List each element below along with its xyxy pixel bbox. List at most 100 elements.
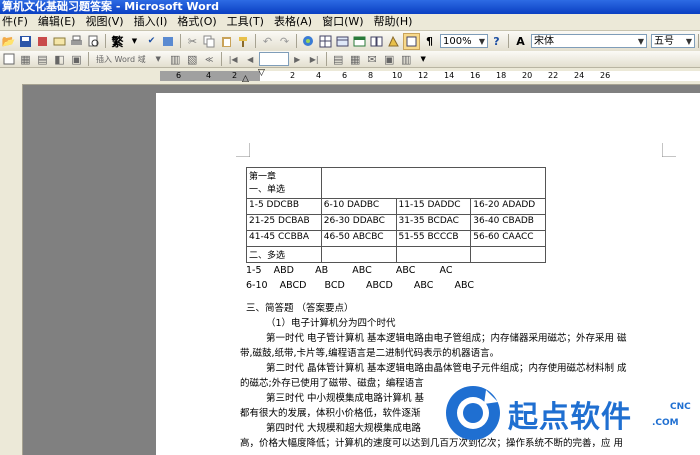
permission-icon[interactable] xyxy=(35,34,50,49)
table-cell[interactable] xyxy=(320,167,547,199)
tables-borders-icon[interactable] xyxy=(318,34,333,49)
table-cell[interactable] xyxy=(395,246,472,263)
table-cell[interactable]: 26-30 DDABC xyxy=(320,214,397,231)
merge-email-icon[interactable]: ✉ xyxy=(365,52,380,67)
dropdown-arrow-icon[interactable]: ▼ xyxy=(151,52,166,67)
first-record-icon[interactable]: |◀ xyxy=(226,52,241,67)
table-cell[interactable]: 21-25 DCBAB xyxy=(246,214,322,231)
merge-printer-icon[interactable]: ▦ xyxy=(348,52,363,67)
table-cell[interactable]: 36-40 CBADB xyxy=(470,214,546,231)
table-cell[interactable]: 31-35 BCDAC xyxy=(395,214,472,231)
table-cell[interactable]: 11-15 DADDC xyxy=(395,198,472,215)
vertical-ruler[interactable] xyxy=(0,84,23,455)
table-cell[interactable] xyxy=(320,246,397,263)
form-icon[interactable]: ▦ xyxy=(18,52,33,67)
spelling-icon[interactable]: ✔ xyxy=(144,34,159,49)
table-cell[interactable]: 16-20 ADADD xyxy=(470,198,546,215)
document-map-icon[interactable] xyxy=(403,32,420,50)
macro-icon[interactable]: ▤ xyxy=(35,52,50,67)
email-icon[interactable] xyxy=(52,34,67,49)
print-icon[interactable] xyxy=(69,34,84,49)
menu-table[interactable]: 表格(A) xyxy=(272,14,320,30)
last-record-icon[interactable]: ▶| xyxy=(307,52,322,67)
merge-fax-icon[interactable]: ▣ xyxy=(382,52,397,67)
table-cell[interactable]: 1-5 DDCBB xyxy=(246,198,322,215)
help-icon[interactable]: ? xyxy=(489,34,504,49)
watermark-text: 起点软件 xyxy=(508,400,632,435)
window-title: 算机文化基础习题答案 - Microsoft Word xyxy=(0,0,700,14)
font-select[interactable]: 宋体 ▼ xyxy=(531,34,647,48)
cut-icon[interactable]: ✂ xyxy=(185,34,200,49)
research-icon[interactable] xyxy=(161,34,176,49)
traditional-chinese-button[interactable]: 繁 xyxy=(110,34,125,49)
undo-icon[interactable]: ↶ xyxy=(260,34,275,49)
merge-icon[interactable]: ▧ xyxy=(185,52,200,67)
menu-file[interactable]: 件(F) xyxy=(0,14,36,30)
ruler-number: 22 xyxy=(548,71,559,80)
toolbar-options-icon[interactable]: ▼ xyxy=(416,52,431,67)
table-cell[interactable]: 46-50 ABCBC xyxy=(320,230,397,247)
menu-tools[interactable]: 工具(T) xyxy=(225,14,272,30)
web-icon[interactable]: ▣ xyxy=(69,52,84,67)
answer-table[interactable]: 第一章 一、单选 1-5 DDCBB 6-10 DADBC 11-15 DADD… xyxy=(246,167,547,263)
format-painter-icon[interactable] xyxy=(236,34,251,49)
drawing-icon[interactable] xyxy=(386,34,401,49)
table-cell[interactable]: 51-55 BCCCB xyxy=(395,230,472,247)
columns-icon[interactable] xyxy=(369,34,384,49)
menu-view[interactable]: 视图(V) xyxy=(83,14,131,30)
next-record-icon[interactable]: ▶ xyxy=(290,52,305,67)
table-cell[interactable]: 56-60 CAACC xyxy=(470,230,546,247)
prev-record-icon[interactable]: ◀ xyxy=(243,52,258,67)
menu-help[interactable]: 帮助(H) xyxy=(372,14,421,30)
styles-icon[interactable]: A xyxy=(513,34,528,49)
separator xyxy=(255,34,256,48)
record-number-input[interactable] xyxy=(258,52,289,66)
insert-word-field-button[interactable]: 插入 Word 域 xyxy=(92,54,150,65)
insert-excel-icon[interactable] xyxy=(352,34,367,49)
chevron-down-icon: ▼ xyxy=(685,37,692,46)
font-value: 宋体 xyxy=(534,36,554,47)
ruler-number: 6 xyxy=(342,71,348,80)
dropdown-arrow-icon[interactable]: ▼ xyxy=(127,34,142,49)
chapter-title: 第一章 xyxy=(249,172,277,182)
hyperlink-icon[interactable] xyxy=(301,34,316,49)
merge-doc-icon[interactable]: ▤ xyxy=(331,52,346,67)
ruler-number: 20 xyxy=(522,71,533,80)
ruler-number: 24 xyxy=(574,71,585,80)
horizontal-ruler[interactable]: 6 4 2 ▽ △ 2 4 6 8 10 12 14 16 18 20 22 2… xyxy=(0,68,700,85)
abc-icon[interactable]: ≪ xyxy=(202,52,217,67)
merge-more-icon[interactable]: ▥ xyxy=(399,52,414,67)
menu-edit[interactable]: 编辑(E) xyxy=(36,14,84,30)
watermark-logo: 起点软件 CNC .COM xyxy=(438,380,700,450)
menu-window[interactable]: 窗口(W) xyxy=(320,14,371,30)
separator xyxy=(296,34,297,48)
table-cell[interactable] xyxy=(470,246,546,263)
zoom-select[interactable]: 100% ▼ xyxy=(440,34,488,48)
crop-mark-icon xyxy=(236,143,250,157)
separator xyxy=(88,52,89,66)
tab-marker-icon[interactable]: △ xyxy=(242,74,249,84)
watermark-sub: CNC xyxy=(670,402,691,412)
save-icon[interactable] xyxy=(18,34,33,49)
field-icon[interactable]: ▥ xyxy=(168,52,183,67)
insert-table-icon[interactable] xyxy=(335,34,350,49)
indent-marker-icon[interactable]: ▽ xyxy=(258,68,265,78)
print-preview-icon[interactable] xyxy=(86,34,101,49)
table-cell[interactable]: 第一章 一、单选 xyxy=(246,167,322,199)
table-icon[interactable] xyxy=(1,52,16,67)
paste-icon[interactable] xyxy=(219,34,234,49)
redo-icon[interactable]: ↷ xyxy=(277,34,292,49)
open-icon[interactable]: 📂 xyxy=(1,34,16,49)
table-cell[interactable]: 二、多选 xyxy=(246,246,322,263)
font-size-select[interactable]: 五号 ▼ xyxy=(651,34,695,48)
show-hide-icon[interactable]: ¶ xyxy=(422,34,437,49)
menu-format[interactable]: 格式(O) xyxy=(175,14,224,30)
copy-icon[interactable] xyxy=(202,34,217,49)
record-icon[interactable]: ◧ xyxy=(52,52,67,67)
menu-insert[interactable]: 插入(I) xyxy=(132,14,176,30)
table-cell[interactable]: 41-45 CCBBA xyxy=(246,230,322,247)
separator xyxy=(105,34,106,48)
table-cell[interactable]: 6-10 DADBC xyxy=(320,198,397,215)
ruler-number: 8 xyxy=(368,71,374,80)
